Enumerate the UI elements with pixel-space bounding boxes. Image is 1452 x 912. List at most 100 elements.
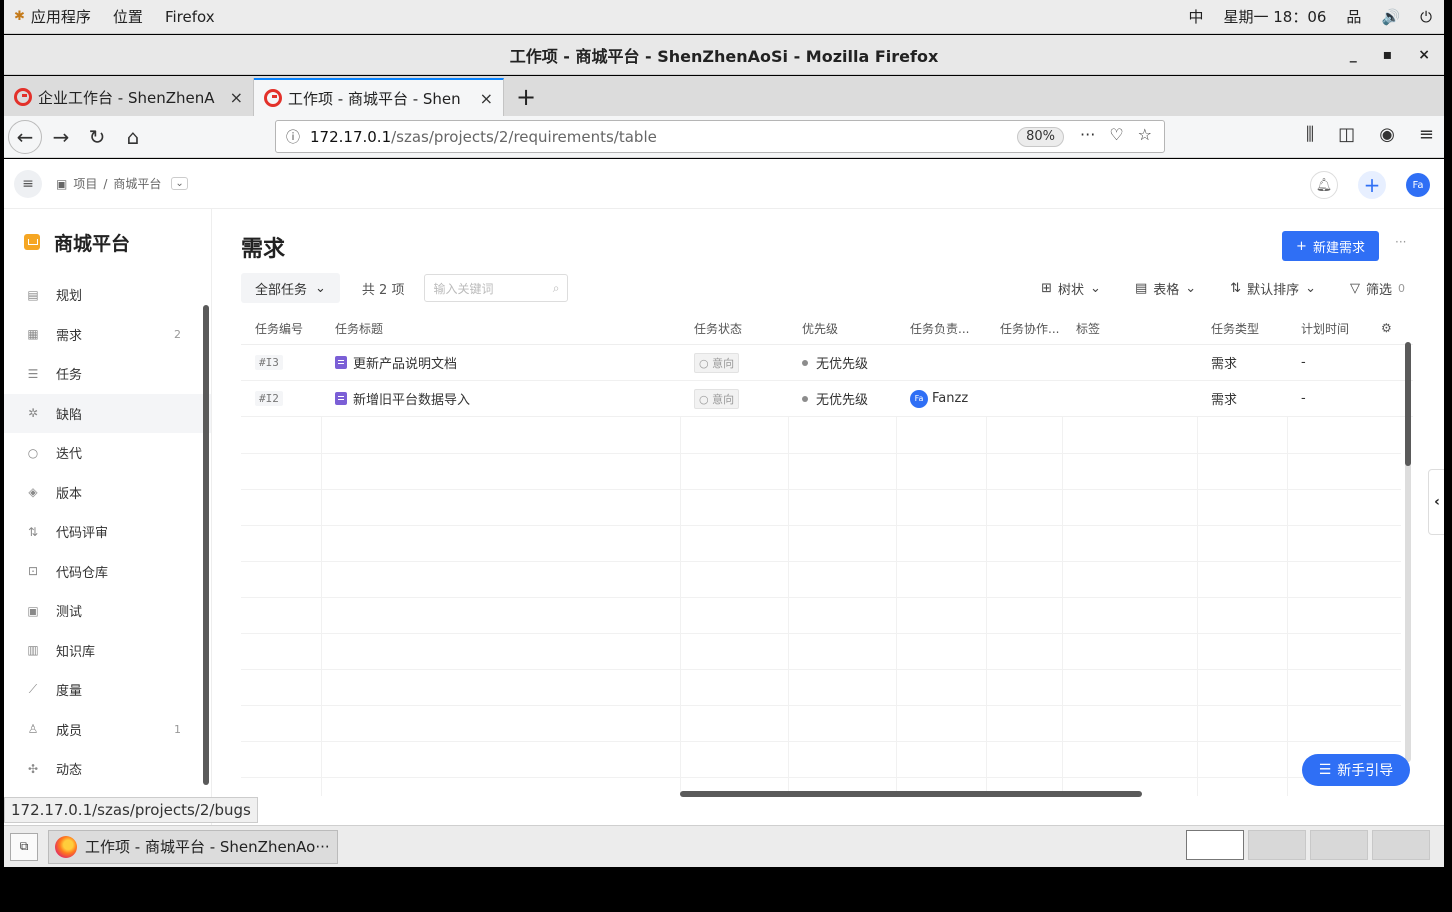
tags-cell[interactable] [1062, 345, 1197, 380]
column-header[interactable]: 任务类型 [1197, 312, 1287, 344]
breadcrumb-projects[interactable]: 项目 [73, 175, 97, 192]
show-desktop-icon[interactable]: ⧉ [10, 832, 38, 861]
table-row[interactable]: #I2 新增旧平台数据导入 ○ 意向 无优先级 Fa Fanzz 需求 - [241, 381, 1413, 417]
column-header[interactable]: 任务编号 [241, 312, 321, 344]
volume-icon[interactable]: 🔊 [1381, 8, 1400, 26]
sidebar-item-iterations[interactable]: ○ 迭代 [4, 433, 211, 473]
column-header[interactable]: 任务负责... [896, 312, 986, 344]
new-requirement-button[interactable]: + 新建需求 [1282, 231, 1379, 261]
column-settings-icon[interactable]: ⚙ [1367, 312, 1413, 344]
filter-button[interactable]: ▽ 筛选 0 [1350, 279, 1405, 298]
account-icon[interactable]: ◉ [1379, 124, 1395, 145]
maximize-button[interactable]: ▪ [1383, 47, 1393, 63]
applications-menu[interactable]: ✱ 应用程序 [4, 6, 91, 27]
column-header[interactable]: 任务协作... [986, 312, 1062, 344]
table-row[interactable]: #I3 更新产品说明文档 ○ 意向 无优先级 需求 - [241, 345, 1413, 381]
sort-select[interactable]: ⇅ 默认排序 ⌄ [1230, 279, 1316, 298]
workspace-1[interactable] [1186, 830, 1244, 860]
table-view-toggle[interactable]: ▤ 表格 ⌄ [1135, 279, 1196, 298]
column-header[interactable]: 计划时间 [1287, 312, 1367, 344]
column-header[interactable]: 任务标题 [321, 312, 680, 344]
task-filter-select[interactable]: 全部任务 ⌄ [241, 273, 340, 303]
tags-cell[interactable] [1062, 381, 1197, 416]
tab-work-items[interactable]: 工作项 - 商城平台 - Shen × [254, 78, 504, 116]
status-badge[interactable]: ○ 意向 [694, 388, 740, 409]
search-placeholder: 输入关键词 [433, 281, 494, 296]
workspace-3[interactable] [1310, 830, 1368, 860]
close-tab-icon[interactable]: × [480, 89, 493, 108]
tree-view-toggle[interactable]: ⊞ 树状 ⌄ [1041, 279, 1101, 298]
sidebar-item-code-review[interactable]: ⇅ 代码评审 [4, 512, 211, 552]
priority[interactable]: 无优先级 [816, 353, 868, 372]
sidebar-item-activity[interactable]: ✣ 动态 [4, 749, 211, 789]
chevron-down-icon[interactable]: ⌄ [171, 177, 188, 190]
input-method-indicator[interactable]: 中 [1188, 6, 1203, 27]
hamburger-menu-icon[interactable]: ≡ [1419, 124, 1434, 145]
reload-icon[interactable]: ↻ [80, 120, 114, 154]
assignee-cell[interactable]: Fa Fanzz [896, 381, 986, 416]
collaborator-cell[interactable] [986, 345, 1062, 380]
task-id[interactable]: #I2 [255, 391, 283, 406]
site-info-icon[interactable]: ⓘ [286, 127, 300, 147]
new-tab-button[interactable]: + [504, 78, 548, 116]
collaborator-cell[interactable] [986, 381, 1062, 416]
status-badge[interactable]: ○ 意向 [694, 352, 740, 373]
pocket-icon[interactable]: ♡ [1109, 125, 1123, 144]
close-tab-icon[interactable]: × [230, 88, 243, 107]
workspace-4[interactable] [1372, 830, 1430, 860]
sidebar-toggle-icon[interactable]: ◫ [1338, 124, 1355, 145]
task-id[interactable]: #I3 [255, 355, 283, 370]
workspace-2[interactable] [1248, 830, 1306, 860]
table-horizontal-scrollbar[interactable] [680, 791, 1142, 797]
library-icon[interactable]: ⫼ [1306, 124, 1314, 145]
beginner-guide-button[interactable]: ☰ 新手引导 [1302, 754, 1410, 786]
more-options-icon[interactable]: ··· [1395, 235, 1406, 249]
panel-collapse-chevron-icon[interactable]: ‹ [1428, 469, 1444, 535]
plan-time[interactable]: - [1287, 345, 1367, 380]
forward-arrow-icon[interactable]: → [44, 120, 78, 154]
power-icon[interactable]: ⏻ [1420, 8, 1432, 26]
user-avatar[interactable]: Fa [1406, 173, 1430, 197]
project-title[interactable]: 商城平台 [4, 209, 211, 275]
zoom-level-badge[interactable]: 80% [1017, 127, 1064, 147]
breadcrumb-current[interactable]: 商城平台 [113, 175, 161, 192]
keyword-search-input[interactable]: 输入关键词 ⌕ [424, 274, 569, 302]
priority[interactable]: 无优先级 [816, 389, 868, 408]
address-bar[interactable]: ⓘ 172.17.0.1/szas/projects/2/requirement… [275, 120, 1165, 153]
sidebar-item-metrics[interactable]: ⟋ 度量 [4, 670, 211, 710]
create-plus-icon[interactable]: + [1358, 171, 1386, 199]
sidebar-item-planning[interactable]: ▤ 规划 [4, 275, 211, 315]
taskbar-firefox-window[interactable]: 工作项 - 商城平台 - ShenZhenAo··· [48, 829, 338, 864]
column-header[interactable]: 标签 [1062, 312, 1197, 344]
active-app-menu[interactable]: Firefox [165, 8, 215, 26]
task-title[interactable]: 更新产品说明文档 [353, 353, 457, 372]
sidebar-item-testing[interactable]: ▣ 测试 [4, 591, 211, 631]
notification-bell-icon[interactable]: 🔔︎ [1310, 171, 1338, 199]
page-actions-icon[interactable]: ··· [1080, 125, 1095, 144]
bookmark-star-icon[interactable]: ☆ [1138, 125, 1152, 144]
sidebar-item-tasks[interactable]: ☰ 任务 [4, 354, 211, 394]
sidebar-item-requirements[interactable]: ▦ 需求 2 [4, 315, 211, 355]
table-vertical-scrollbar[interactable] [1405, 342, 1411, 762]
sidebar-item-wiki[interactable]: ▥ 知识库 [4, 631, 211, 671]
sidebar-item-members[interactable]: ♙ 成员 1 [4, 710, 211, 750]
sidebar-item-versions[interactable]: ◈ 版本 [4, 473, 211, 513]
plan-time[interactable]: - [1287, 381, 1367, 416]
sidebar-item-repositories[interactable]: ⊡ 代码仓库 [4, 552, 211, 592]
minimize-button[interactable]: _ [1350, 47, 1357, 63]
search-icon: ⌕ [552, 280, 560, 295]
assignee-cell[interactable] [896, 345, 986, 380]
back-arrow-icon[interactable]: ← [8, 119, 42, 154]
network-icon[interactable]: 品 [1346, 6, 1361, 27]
menu-icon[interactable]: ≡ [14, 169, 42, 198]
close-window-button[interactable]: × [1418, 47, 1430, 63]
tab-enterprise-workbench[interactable]: 企业工作台 - ShenZhenA × [4, 78, 254, 116]
home-icon[interactable]: ⌂ [116, 120, 150, 154]
sidebar-item-bugs[interactable]: ✲ 缺陷 [4, 393, 211, 433]
clock[interactable]: 星期一 18：06 [1223, 6, 1326, 27]
sidebar-scrollbar[interactable] [203, 305, 209, 785]
column-header[interactable]: 任务状态 [680, 312, 788, 344]
places-menu[interactable]: 位置 [113, 6, 143, 27]
column-header[interactable]: 优先级 [788, 312, 896, 344]
task-title[interactable]: 新增旧平台数据导入 [353, 389, 470, 408]
